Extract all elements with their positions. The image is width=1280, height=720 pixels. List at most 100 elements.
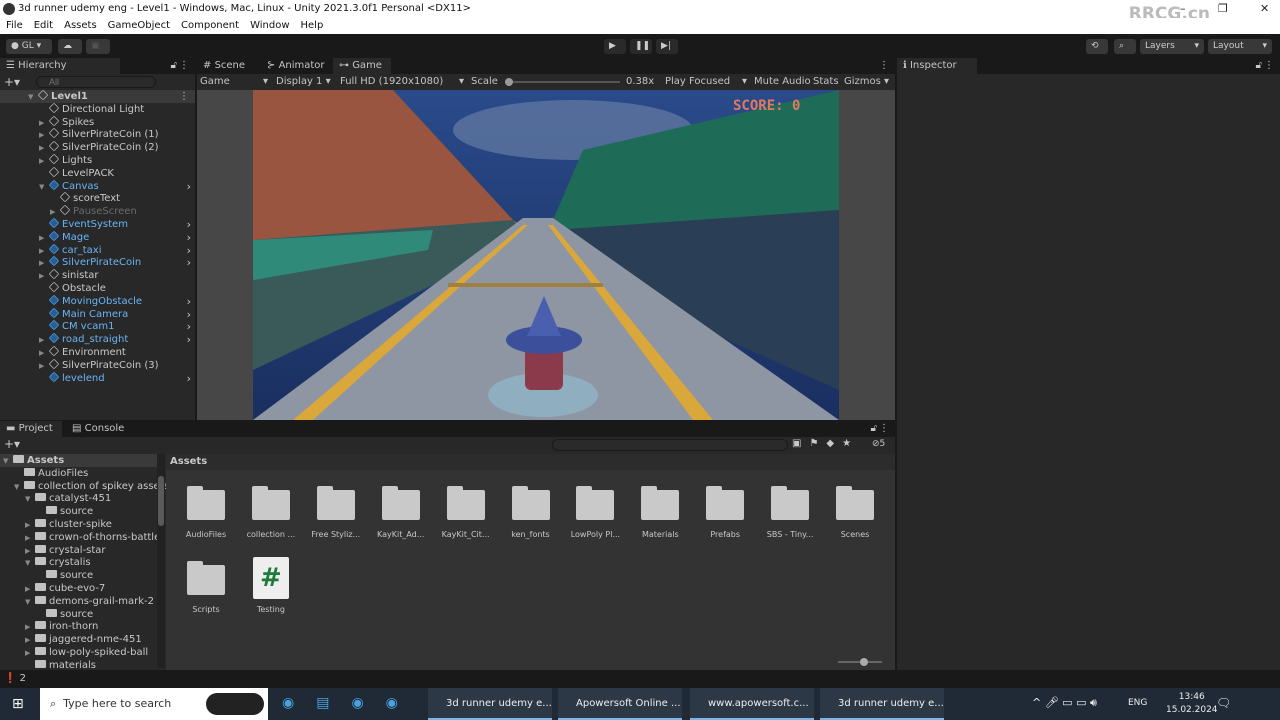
hierarchy-item[interactable]: ▶ Environment — [39, 345, 195, 359]
hierarchy-item[interactable]: ▶ Lights — [39, 153, 195, 167]
tab-inspector[interactable]: ℹ Inspector — [897, 58, 977, 74]
hierarchy-item[interactable]: ▼ Canvas › — [39, 179, 195, 194]
hierarchy-item[interactable]: ▶ PauseScreen — [50, 204, 195, 218]
project-tree-item[interactable]: ▶ cube-evo-7 — [25, 582, 105, 595]
hierarchy-item[interactable]: ▶ Spikes — [39, 115, 195, 129]
lock-icon[interactable]: 🔓︎ — [1256, 60, 1262, 71]
project-tree-item[interactable]: ▶ iron-thorn — [25, 620, 98, 633]
project-tree-item[interactable]: AudioFiles — [14, 467, 88, 480]
menu-component[interactable]: Component — [181, 18, 239, 34]
tab-game[interactable]: ⊶ Game — [333, 58, 391, 74]
warning-count[interactable]: 2 — [20, 673, 26, 684]
chevron-right-icon[interactable]: › — [187, 320, 191, 333]
hierarchy-item[interactable]: LevelPACK — [39, 166, 195, 180]
hierarchy-item[interactable]: ▶ car_taxi › — [39, 243, 195, 257]
expand-arrow-icon[interactable]: ▼ — [3, 455, 13, 468]
pinned-apps[interactable]: ◉▤◉◉ — [282, 695, 420, 711]
pause-button[interactable]: ❚❚ — [630, 39, 652, 54]
tab-animator[interactable]: ⊱ Animator — [261, 58, 331, 74]
chevron-right-icon[interactable]: › — [187, 244, 191, 257]
chevron-right-icon[interactable]: › — [187, 218, 191, 231]
layers-dropdown[interactable]: Layers ▾ — [1140, 39, 1204, 54]
hierarchy-search-input[interactable] — [36, 76, 156, 88]
chevron-right-icon[interactable]: › — [187, 333, 191, 346]
chevron-right-icon[interactable]: › — [187, 308, 191, 321]
project-tree-item[interactable]: ▶ crown-of-thorns-battle — [25, 531, 160, 544]
taskbar-app-apowersoft[interactable]: Apowersoft Online ... — [558, 688, 682, 720]
mute-audio-toggle[interactable]: Mute Audio — [754, 74, 811, 90]
hierarchy-item[interactable]: ▶ SilverPirateCoin (2) — [39, 140, 195, 154]
history-icon[interactable]: ⟲ — [1086, 39, 1108, 54]
layout-dropdown[interactable]: Layout ▾ — [1208, 39, 1272, 54]
asset-item[interactable]: Free Styliz... — [304, 486, 368, 539]
project-tree-item[interactable]: ▼ crystalis — [25, 556, 91, 569]
project-tree-item[interactable]: source — [36, 608, 93, 621]
step-button[interactable]: ▶| — [656, 39, 678, 54]
more-icon[interactable]: ⋮ — [179, 90, 189, 103]
chevron-right-icon[interactable]: › — [187, 180, 191, 193]
lock-icon[interactable]: 🔓︎ — [871, 423, 877, 434]
expand-arrow-icon[interactable]: ▼ — [25, 493, 35, 506]
menu-file[interactable]: File — [6, 18, 23, 34]
hidden-count-badge[interactable]: ⊘5 — [872, 439, 885, 449]
taskbar-app-chrome[interactable]: www.apowersoft.c... — [690, 688, 814, 720]
chevron-right-icon[interactable]: › — [187, 372, 191, 385]
project-tree-item[interactable]: ▼ catalyst-451 — [25, 492, 111, 505]
asset-item[interactable]: collection ... — [239, 486, 303, 539]
play-mode-dropdown[interactable]: Play Focused ▾ — [665, 74, 747, 90]
asset-item[interactable]: Materials — [628, 486, 692, 539]
hierarchy-item[interactable]: Directional Light — [39, 102, 195, 116]
menu-assets[interactable]: Assets — [64, 18, 97, 34]
more-icon[interactable]: ⋮ — [179, 60, 189, 71]
more-icon[interactable]: ⋮ — [879, 423, 889, 434]
hierarchy-item[interactable]: ▶ SilverPirateCoin › — [39, 256, 195, 269]
menu-gameobject[interactable]: GameObject — [108, 18, 170, 34]
chevron-right-icon[interactable]: › — [187, 231, 191, 244]
taskbar-search[interactable]: ⌕ Type here to search — [40, 688, 268, 720]
notifications-icon[interactable]: 🗨︎ — [1216, 696, 1231, 710]
asset-item[interactable]: SBS - Tiny... — [758, 486, 822, 539]
expand-arrow-icon[interactable]: ▼ — [14, 481, 24, 494]
view-dropdown[interactable]: Game ▾ — [200, 74, 268, 90]
tab-project[interactable]: ▬ Project — [0, 421, 62, 437]
add-button[interactable]: +▾ — [4, 75, 20, 89]
icon-size-slider[interactable] — [838, 658, 882, 666]
taskbar-app-unity[interactable]: 3d runner udemy e... — [428, 688, 552, 720]
create-button[interactable]: +▾ — [4, 437, 20, 451]
hierarchy-item[interactable]: EventSystem › — [39, 217, 195, 231]
hierarchy-item[interactable]: MovingObstacle › — [39, 294, 195, 308]
project-tree-item[interactable]: ▼ Assets — [0, 454, 158, 467]
more-icon[interactable]: ⋮ — [879, 60, 889, 71]
account-dropdown[interactable]: ● GL ▾ — [6, 39, 52, 54]
asset-item[interactable]: LowPoly Pl... — [563, 486, 627, 539]
hierarchy-item[interactable]: ▶ sinistar — [39, 268, 195, 282]
asset-item[interactable]: Scripts — [174, 561, 238, 614]
more-icon[interactable]: ⋮ — [1264, 60, 1274, 71]
project-tree-item[interactable]: ▼ collection of spikey assets — [14, 480, 169, 493]
expand-arrow-icon[interactable]: ▼ — [39, 181, 49, 194]
clock[interactable]: 13:46 15.02.2024 — [1166, 691, 1218, 717]
lock-icon[interactable]: 🔓︎ — [171, 60, 177, 71]
hierarchy-item[interactable]: scoreText — [50, 192, 195, 205]
project-tree-item[interactable]: source — [36, 505, 93, 518]
tree-scrollbar[interactable] — [157, 454, 165, 668]
hierarchy-item[interactable]: levelend › — [39, 371, 195, 385]
asset-item[interactable]: AudioFiles — [174, 486, 238, 539]
collab-button[interactable]: ▣ — [86, 39, 110, 54]
menu-window[interactable]: Window — [250, 18, 289, 34]
asset-item[interactable]: Scenes — [823, 486, 887, 539]
tab-hierarchy[interactable]: ☰ Hierarchy — [0, 58, 120, 74]
expand-arrow-icon[interactable]: ▼ — [25, 557, 35, 570]
hierarchy-item[interactable]: CM vcam1 › — [39, 320, 195, 333]
tray-icons[interactable]: ^ 🎤︎ ▭ ▭ 🔊︎ — [1032, 696, 1097, 710]
menu-help[interactable]: Help — [301, 18, 324, 34]
project-tree-item[interactable]: ▶ cluster-spike — [25, 518, 112, 531]
project-search-input[interactable] — [552, 439, 788, 451]
project-tree-item[interactable]: ▶ jaggered-nme-451 — [25, 633, 142, 646]
expand-arrow-icon[interactable]: ▼ — [25, 596, 35, 609]
asset-item[interactable]: ken_fonts — [499, 486, 563, 539]
asset-item[interactable]: # Testing — [239, 557, 303, 614]
project-tree-item[interactable]: ▼ demons-grail-mark-2 — [25, 595, 154, 608]
project-tree-item[interactable]: source — [36, 569, 93, 582]
hierarchy-item[interactable]: ▶ SilverPirateCoin (3) — [39, 358, 195, 372]
